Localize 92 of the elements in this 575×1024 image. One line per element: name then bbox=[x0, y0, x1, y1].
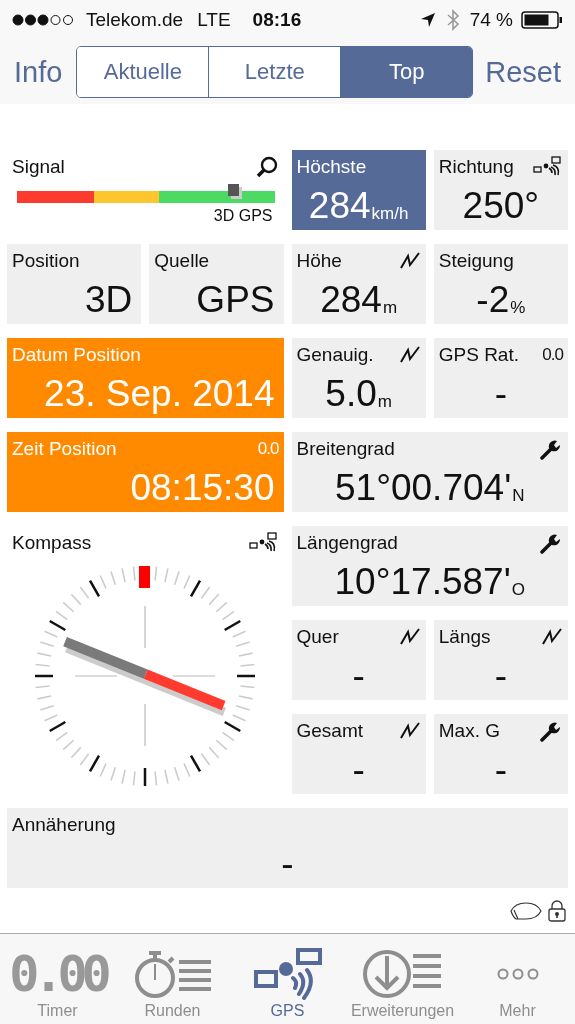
graph-icon[interactable] bbox=[398, 345, 421, 365]
segment-tab[interactable]: Aktuelle bbox=[77, 47, 209, 97]
tile-title: Höchste bbox=[296, 156, 367, 178]
rating-value: 0.0 bbox=[257, 439, 279, 459]
timer-display: 0.00 bbox=[9, 945, 106, 1003]
value-unit: % bbox=[510, 298, 526, 318]
data-tile[interactable]: Quelle GPS bbox=[149, 244, 284, 324]
data-tile[interactable]: Quer - bbox=[291, 620, 426, 700]
value-unit: m bbox=[382, 298, 398, 318]
signal-strength-icon bbox=[12, 14, 76, 26]
signal-reading: 3D GPS bbox=[212, 207, 273, 225]
data-tile[interactable]: Max. G - bbox=[433, 714, 568, 794]
tile-value: 284 bbox=[320, 281, 382, 318]
tile-value: 51°00.704' bbox=[335, 469, 512, 506]
segment-tab[interactable]: Top bbox=[340, 47, 473, 97]
tile-value: 3D bbox=[84, 281, 133, 318]
graph-icon[interactable] bbox=[541, 627, 563, 647]
value-unit: km/h bbox=[371, 204, 409, 224]
tile-title: Quer bbox=[296, 626, 339, 648]
graph-icon[interactable] bbox=[398, 627, 421, 647]
tile-title: Kompass bbox=[12, 532, 92, 554]
tile-value: - bbox=[494, 751, 508, 788]
tile-title: Breitengrad bbox=[296, 438, 395, 460]
tile-title: Gesamt bbox=[296, 720, 364, 742]
tile-title: Zeit Position bbox=[12, 438, 117, 460]
tile-title: Genauig. bbox=[296, 344, 374, 366]
wrench-icon[interactable] bbox=[539, 720, 563, 742]
tile-title: Signal bbox=[12, 156, 65, 178]
tile-value: - bbox=[281, 845, 294, 882]
tile-value: - bbox=[494, 375, 508, 412]
tile-value: -2 bbox=[476, 281, 510, 318]
wrench-icon[interactable] bbox=[539, 532, 563, 554]
data-tile[interactable]: Position 3D bbox=[7, 244, 142, 324]
data-tile[interactable]: Steigung -2% bbox=[433, 244, 568, 324]
tile-title: Datum Position bbox=[12, 344, 141, 366]
tile-title: Richtung bbox=[438, 156, 514, 178]
more-icon bbox=[495, 967, 540, 981]
data-tile[interactable]: GPS Rat. 0.0 - bbox=[433, 338, 568, 418]
tile-value: - bbox=[494, 657, 508, 694]
segment-tab[interactable]: Letzte bbox=[208, 47, 341, 97]
location-arrow-icon bbox=[419, 12, 436, 28]
satellite-icon bbox=[252, 948, 323, 1000]
data-tile[interactable]: Annäherung - bbox=[7, 808, 568, 888]
tile-value: 284 bbox=[308, 187, 371, 224]
data-tile[interactable]: Genauig. 5.0m bbox=[291, 338, 426, 418]
value-unit: m bbox=[377, 392, 392, 412]
eye-shape-icon[interactable] bbox=[509, 900, 543, 921]
reset-link[interactable]: Reset bbox=[485, 55, 561, 89]
data-tile[interactable]: Gesamt - bbox=[291, 714, 426, 794]
tile-title: Max. G bbox=[438, 720, 500, 742]
tile-value: GPS bbox=[196, 281, 275, 318]
info-link[interactable]: Info bbox=[14, 55, 63, 89]
data-tile[interactable]: Richtung 250° bbox=[433, 150, 568, 230]
value-unit: N bbox=[512, 486, 525, 506]
highlighted-tile[interactable]: Höchste 284km/h bbox=[291, 150, 426, 230]
tab-item[interactable]: GPS bbox=[230, 934, 345, 1024]
tile-title: Quelle bbox=[154, 250, 210, 272]
tile-title: Höhe bbox=[296, 250, 342, 272]
tile-title: GPS Rat. bbox=[438, 344, 519, 366]
tile-title: Längengrad bbox=[296, 532, 398, 554]
clock-time: 08:16 bbox=[252, 9, 302, 31]
stopwatch-list-icon bbox=[132, 948, 213, 1000]
data-tile[interactable]: Breitengrad 51°00.704'N bbox=[291, 432, 568, 512]
lock-icon[interactable] bbox=[547, 899, 567, 922]
data-tile[interactable]: Höhe 284m bbox=[291, 244, 426, 324]
carrier-name: Telekom.de bbox=[86, 9, 184, 31]
satellite-icon[interactable] bbox=[533, 156, 563, 178]
tile-value: 250° bbox=[462, 187, 540, 224]
tile-value: 08:15:30 bbox=[130, 469, 275, 506]
tile-value: - bbox=[352, 657, 365, 694]
wrench-icon[interactable] bbox=[539, 438, 563, 460]
tile-value: - bbox=[352, 751, 365, 788]
tile-value: 5.0 bbox=[325, 375, 377, 412]
battery-percentage: 74 % bbox=[469, 9, 513, 31]
rating-value: 0.0 bbox=[542, 345, 563, 365]
tile-title: Steigung bbox=[438, 250, 514, 272]
bluetooth-icon bbox=[445, 9, 460, 31]
data-tile[interactable]: Längs - bbox=[433, 620, 568, 700]
tile-title: Position bbox=[12, 250, 80, 272]
graph-icon[interactable] bbox=[398, 721, 421, 741]
tile-title: Längs bbox=[438, 626, 491, 648]
tile-title: Annäherung bbox=[12, 814, 116, 836]
graph-icon[interactable] bbox=[398, 251, 421, 271]
satellite-icon[interactable] bbox=[248, 532, 279, 554]
search-icon[interactable] bbox=[254, 155, 279, 179]
tile-value: 10°17.587' bbox=[334, 563, 511, 600]
tile-value: 23. Sep. 2014 bbox=[44, 375, 275, 412]
value-unit: O bbox=[511, 580, 525, 600]
download-list-icon bbox=[362, 948, 443, 1000]
battery-icon bbox=[521, 10, 563, 30]
data-tile[interactable]: Längengrad 10°17.587'O bbox=[291, 526, 568, 606]
network-type: LTE bbox=[197, 9, 231, 31]
